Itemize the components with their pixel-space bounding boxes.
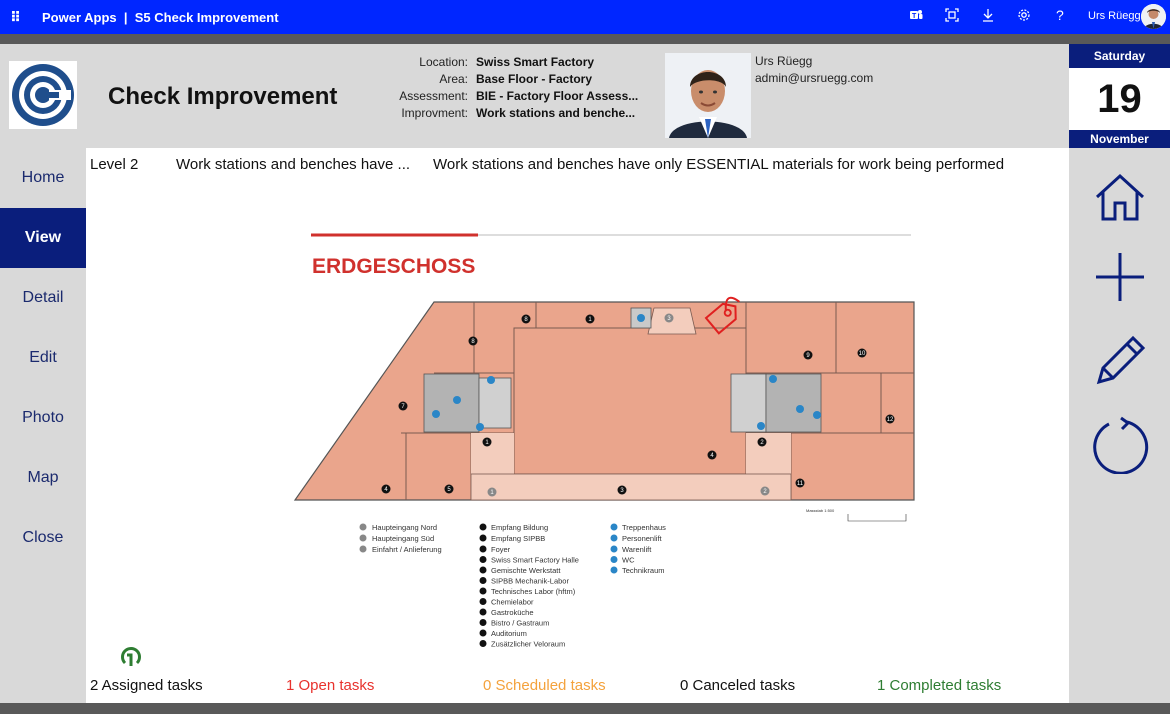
side-navigation: Home View Detail Edit Photo Map Close [0,148,86,703]
refresh-icon[interactable] [1091,416,1149,474]
app-title: Power Apps | S5 Check Improvement [42,10,279,25]
improvement-description: Work stations and benches have only ESSE… [433,156,1005,173]
legend-item: Swiss Smart Factory Halle [491,556,579,565]
edit-icon[interactable] [1091,332,1149,390]
legend-services: Treppenhaus Personenlift Warenlift WC Te… [610,523,666,575]
page-header: Check Improvement Location: Swiss Smart … [0,44,1069,148]
nav-close[interactable]: Close [0,508,86,568]
teams-icon[interactable]: T [909,8,923,25]
user-full-name: Urs Rüegg [755,54,813,68]
improvement-value: Work stations and benche... [476,106,636,120]
footer-strip [0,703,1170,714]
scheduled-tasks-count[interactable]: 0 Scheduled tasks [483,677,606,694]
svg-text:11: 11 [797,481,804,487]
improvement-short-title: Work stations and benches have ... [176,156,411,173]
legend-item: Zusätzlicher Veloraum [491,640,565,649]
download-icon[interactable] [981,8,995,25]
level-label: Level 2 [90,156,139,173]
legend-item: SIPBB Mechanik-Labor [491,577,569,586]
nav-view[interactable]: View [0,208,86,268]
canceled-tasks-count[interactable]: 0 Canceled tasks [680,677,795,694]
page-title: Check Improvement [108,83,338,110]
legend-item: Gemischte Werkstatt [491,566,561,575]
nav-map[interactable]: Map [0,448,86,508]
assigned-tasks-count: 2 Assigned tasks [90,677,203,694]
legend-item: Technikraum [622,566,665,575]
open-tasks-count[interactable]: 1 Open tasks [286,677,374,694]
legend-item: Personenlift [622,534,663,543]
help-icon[interactable]: ? [1056,7,1064,23]
legend-item: Treppenhaus [622,523,666,532]
corridor-south [470,473,792,501]
stair-west [478,377,512,429]
core-west [423,373,480,433]
calendar-month: November [1069,130,1170,148]
header-divider [0,34,1170,44]
user-email: admin@ursruegg.com [755,71,874,85]
legend-entrances: Haupteingang Nord Haupteingang Süd Einfa… [359,523,442,554]
nav-home[interactable]: Home [0,148,86,208]
location-label: Location: [419,55,468,69]
floor-plan-legend: Haupteingang Nord Haupteingang Süd Einfa… [359,523,666,649]
main-content: Level 2 Work stations and benches have .… [86,148,1069,703]
legend-item: Auditorium [491,629,527,638]
legend-item: Foyer [491,545,511,554]
nav-detail[interactable]: Detail [0,268,86,328]
svg-text:12: 12 [887,417,894,423]
legend-item: Empfang SIPBB [491,534,545,543]
location-value: Swiss Smart Factory [476,55,595,69]
floor-plan-heading: ERDGESCHOSS [312,255,475,278]
floor-plan[interactable]: ERDGESCHOSS 8 1 8 7 9 10 12 1 2 4 11 4 5… [286,228,926,648]
legend-item: Chemielabor [491,598,534,607]
improvement-label: Improvment: [401,106,468,120]
company-logo [9,61,77,129]
legend-item: WC [622,556,635,565]
settings-icon[interactable] [1017,8,1031,25]
legend-item: Einfahrt / Anlieferung [372,545,442,554]
user-name[interactable]: Urs Rüegg [1088,10,1141,22]
fit-screen-icon[interactable] [945,8,959,25]
area-value: Base Floor - Factory [476,72,593,86]
calendar-day-number: 19 [1069,68,1170,130]
add-icon[interactable] [1091,248,1149,306]
legend-item: Gastroküche [491,608,534,617]
nav-photo[interactable]: Photo [0,388,86,448]
legend-rooms: Empfang Bildung Empfang SIPBB Foyer Swis… [479,523,579,649]
area-label: Area: [439,72,468,86]
svg-text:T: T [912,13,917,20]
legend-item: Haupteingang Nord [372,523,437,532]
legend-item: Haupteingang Süd [372,534,434,543]
svg-text:10: 10 [859,351,866,357]
waffle-icon[interactable]: ⠿ [10,9,22,26]
legend-item: Warenlift [622,545,652,554]
avatar[interactable] [1141,4,1166,29]
right-action-panel: Saturday 19 November [1069,44,1170,703]
assessment-value: BIE - Factory Floor Assess... [476,89,639,103]
scale-label: Massstab 1:500 [806,508,835,513]
legend-item: Technisches Labor (hftm) [491,587,576,596]
tasks-status-icon[interactable] [118,644,144,675]
legend-item: Bistro / Gastraum [491,619,549,628]
assessment-label: Assessment: [399,89,468,103]
completed-tasks-count[interactable]: 1 Completed tasks [877,677,1001,694]
home-icon[interactable] [1091,169,1149,227]
scale-bar [847,514,907,522]
legend-item: Empfang Bildung [491,523,548,532]
user-photo [665,53,751,138]
calendar-weekday: Saturday [1069,44,1170,68]
nav-edit[interactable]: Edit [0,328,86,388]
app-top-bar: ⠿ Power Apps | S5 Check Improvement T ? … [0,0,1170,34]
